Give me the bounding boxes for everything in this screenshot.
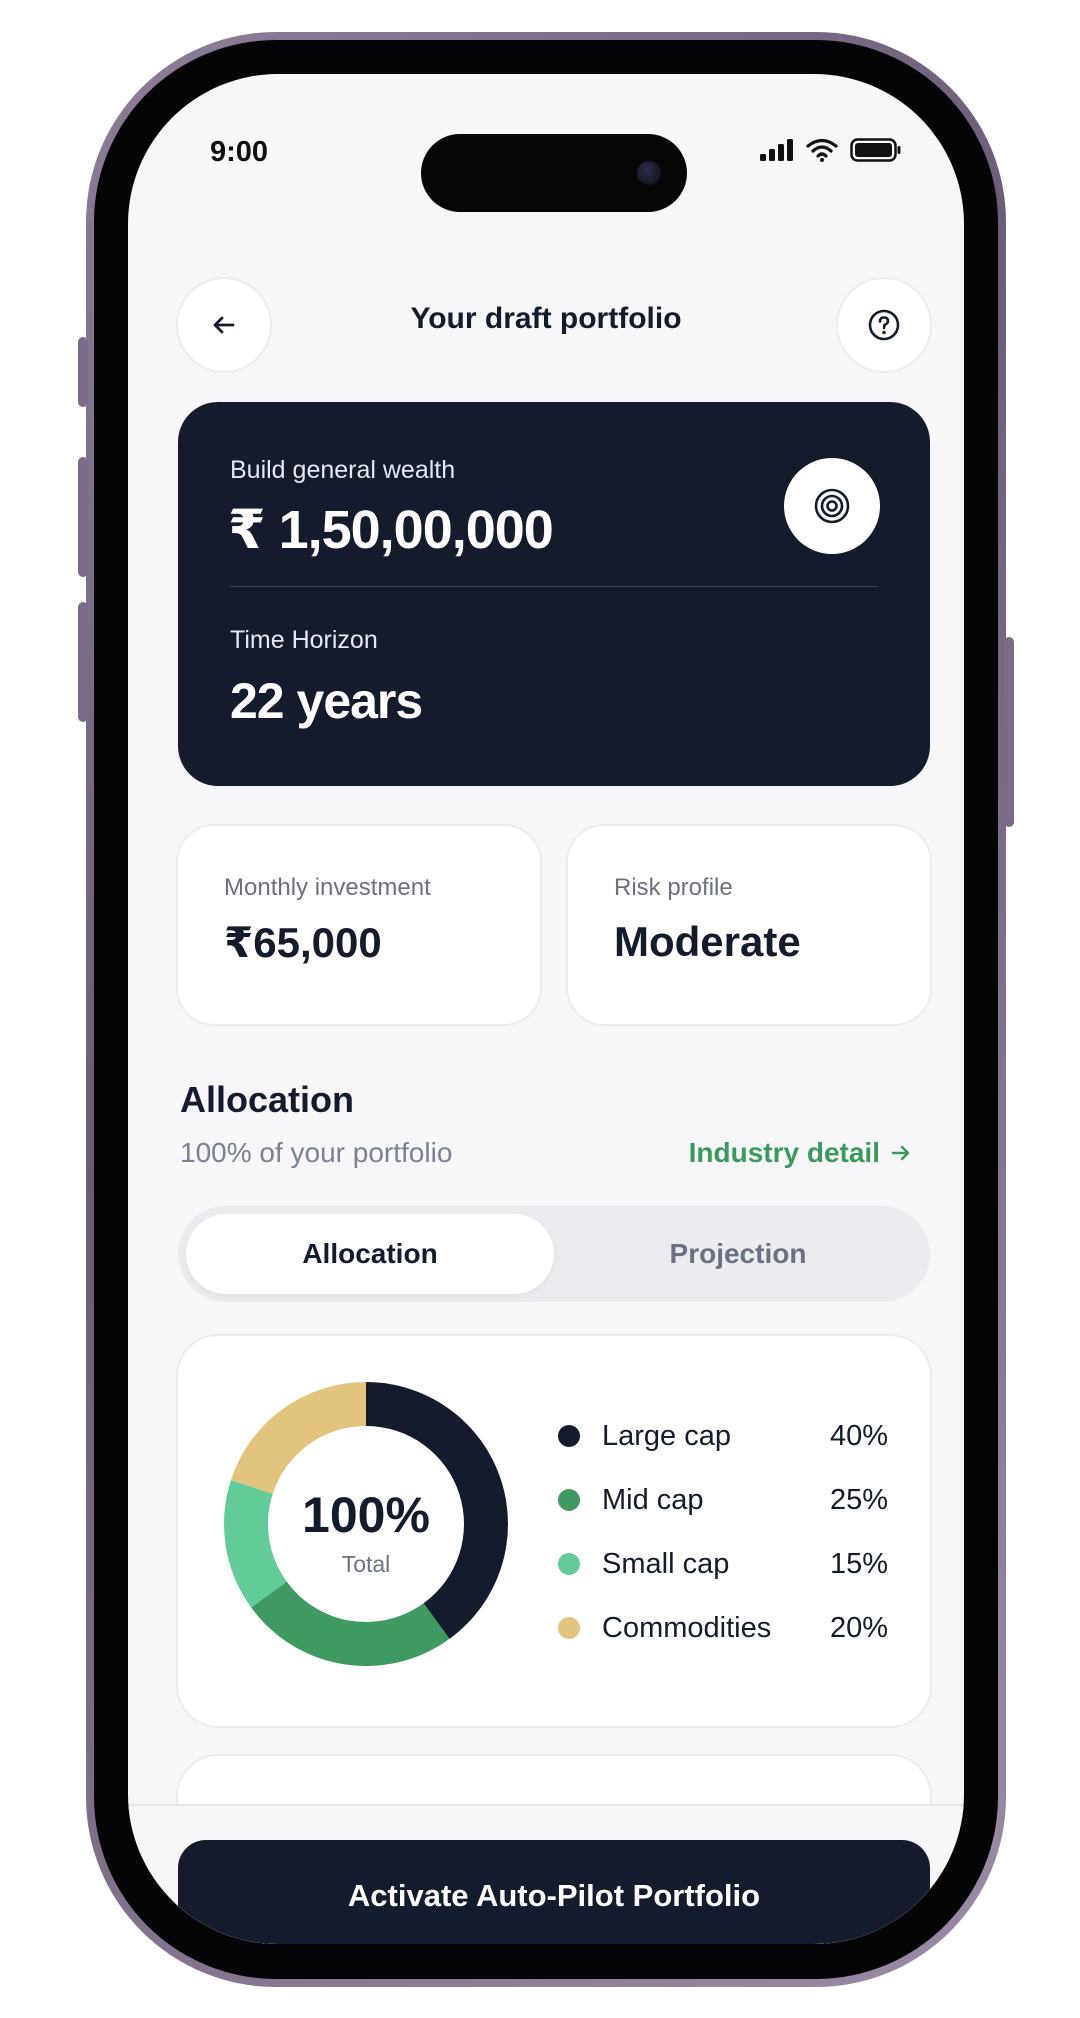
camera-icon [637,161,661,185]
horizon-label: Time Horizon [230,626,378,654]
status-time: 9:00 [210,136,269,168]
legend-label: Large cap [602,1419,731,1452]
legend-dot [558,1553,580,1575]
phone-bezel: 9:00 Your draft portfolio Build general … [94,40,998,1979]
view-segmented-control: Allocation Projection [178,1206,930,1302]
legend-dot [558,1489,580,1511]
legend-dot [558,1617,580,1639]
donut-slice-commodities [230,1382,366,1494]
risk-profile-value: Moderate [614,918,801,965]
monthly-investment-label: Monthly investment [224,874,431,901]
legend-dot [558,1425,580,1447]
status-icons [760,138,902,162]
goal-card[interactable]: Build general wealth ₹ 1,50,00,000 Time … [178,402,930,786]
volume-up-button [78,457,88,577]
goal-label: Build general wealth [230,456,456,484]
wifi-icon [806,138,838,162]
legend-value: 40% [829,1419,888,1452]
dynamic-island [421,134,687,212]
goal-amount: ₹ 1,50,00,000 [228,500,554,560]
allocation-card: 100% Total Large cap 40% Mid cap 25% Small c… [178,1336,930,1726]
legend-label: Commodities [602,1611,772,1644]
industry-detail-link[interactable]: Industry detail [689,1137,912,1169]
question-circle-icon [868,309,900,341]
volume-down-button [78,602,88,722]
risk-profile-card[interactable]: Risk profile Moderate [568,826,930,1024]
legend-value: 15% [829,1547,888,1580]
legend-item-large-cap: Large cap 40% [558,1404,888,1468]
phone-frame: 9:00 Your draft portfolio Build general … [78,32,1014,1987]
industry-detail-label: Industry detail [688,1137,880,1168]
allocation-title: Allocation [180,1079,355,1120]
monthly-investment-value: ₹65,000 [224,919,382,966]
legend-item-mid-cap: Mid cap 25% [558,1468,888,1532]
action-button [78,337,88,407]
screen: 9:00 Your draft portfolio Build general … [128,74,964,1944]
donut-slice-mid-cap [251,1581,450,1666]
power-button [1004,637,1014,827]
legend-item-commodities: Commodities 20% [558,1596,888,1660]
donut-center-value: 100% [302,1487,430,1543]
arrow-right-icon [891,1145,910,1161]
target-icon [814,488,850,524]
allocation-subtitle: 100% of your portfolio [180,1137,453,1168]
allocation-donut-chart: 100% Total [224,1382,508,1666]
signal-icon [760,139,793,161]
help-button[interactable] [838,279,930,371]
legend-value: 25% [829,1483,888,1516]
goal-divider [230,586,878,587]
activate-portfolio-button[interactable]: Activate Auto-Pilot Portfolio [178,1840,930,1944]
goal-target-button[interactable] [784,458,880,554]
legend-label: Small cap [602,1547,730,1580]
tab-allocation[interactable]: Allocation [186,1214,554,1294]
legend-label: Mid cap [602,1483,704,1516]
tab-projection[interactable]: Projection [554,1214,922,1294]
allocation-legend: Large cap 40% Mid cap 25% Small cap 15% Commod… [558,1404,888,1660]
legend-value: 20% [829,1611,888,1644]
donut-center-label: Total [342,1551,391,1577]
monthly-investment-card[interactable]: Monthly investment ₹65,000 [178,826,540,1024]
donut-slice-small-cap [224,1480,287,1608]
risk-profile-label: Risk profile [614,874,733,901]
legend-item-small-cap: Small cap 15% [558,1532,888,1596]
horizon-value: 22 years [230,673,423,729]
battery-icon [850,138,901,162]
